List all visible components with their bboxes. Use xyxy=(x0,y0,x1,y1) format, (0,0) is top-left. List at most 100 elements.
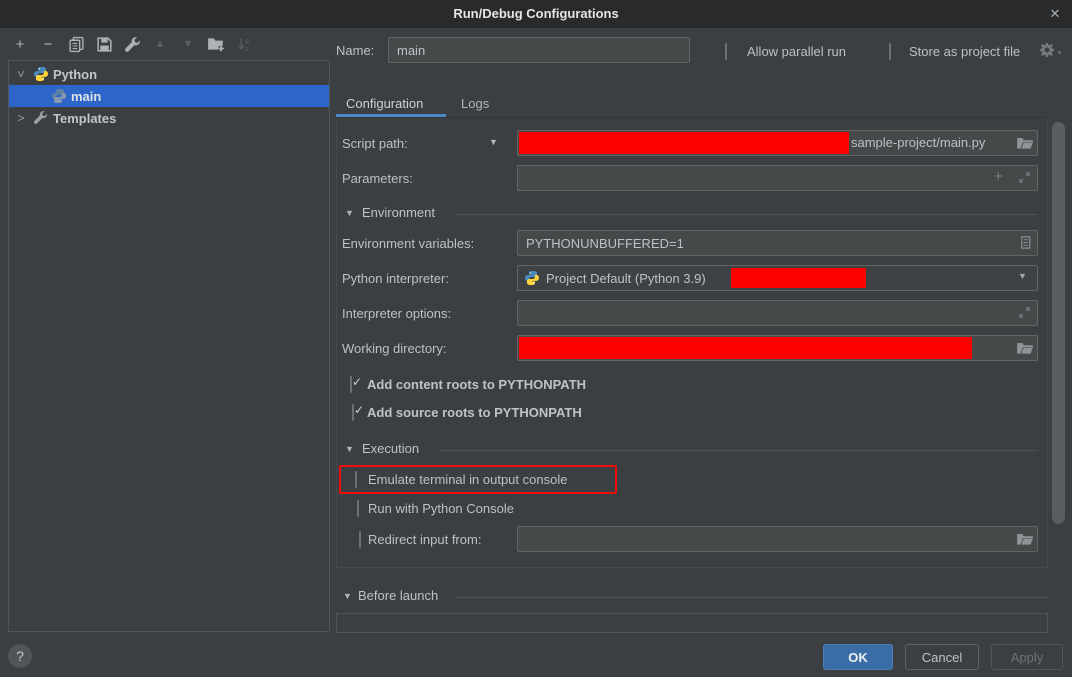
help-icon[interactable]: ? xyxy=(8,644,32,668)
folder-icon[interactable] xyxy=(1016,134,1034,152)
gear-icon[interactable] xyxy=(1039,42,1055,58)
section-collapse-icon[interactable]: ▼ xyxy=(345,208,354,218)
python-interpreter-value: Project Default (Python 3.9) xyxy=(546,271,706,286)
move-up-button[interactable]: ▲ xyxy=(150,34,170,54)
add-source-roots-label: Add source roots to PYTHONPATH xyxy=(367,405,582,420)
run-debug-configurations-dialog: Run/Debug Configurations ✕ + − ▲ ▼ az > … xyxy=(0,0,1072,677)
tab-logs[interactable]: Logs xyxy=(461,96,489,111)
active-tab-underline xyxy=(336,114,446,117)
add-source-roots-checkbox[interactable] xyxy=(352,404,354,421)
section-collapse-icon[interactable]: ▼ xyxy=(345,444,354,454)
environment-section-title: Environment xyxy=(362,205,435,220)
tab-row-divider xyxy=(336,117,1048,118)
tree-item-label: main xyxy=(71,89,101,104)
emulate-terminal-label: Emulate terminal in output console xyxy=(368,472,567,487)
name-input[interactable] xyxy=(388,37,690,63)
add-content-roots-label: Add content roots to PYTHONPATH xyxy=(367,377,586,392)
section-divider xyxy=(440,450,1038,451)
vertical-scrollbar[interactable] xyxy=(1052,122,1065,524)
redirect-input-label: Redirect input from: xyxy=(368,532,481,547)
before-launch-task-list[interactable] xyxy=(336,613,1048,633)
wrench-icon xyxy=(33,110,49,126)
svg-text:a: a xyxy=(245,38,249,45)
copy-configuration-button[interactable] xyxy=(66,34,86,54)
arrow-down-icon: ▼ xyxy=(183,38,194,50)
run-with-python-console-checkbox[interactable] xyxy=(357,500,359,517)
cancel-button[interactable]: Cancel xyxy=(905,644,979,670)
working-directory-label: Working directory: xyxy=(342,341,447,356)
emulate-terminal-checkbox[interactable] xyxy=(355,471,357,488)
before-launch-section-title: Before launch xyxy=(358,588,438,603)
viewport-border-right xyxy=(1047,118,1048,568)
viewport-border-left xyxy=(336,118,337,568)
interpreter-options-label: Interpreter options: xyxy=(342,306,451,321)
wrench-icon xyxy=(124,36,141,53)
script-path-dropdown-icon[interactable]: ▼ xyxy=(489,137,498,147)
svg-text:z: z xyxy=(245,45,249,52)
copy-icon xyxy=(68,36,85,53)
plus-icon[interactable]: + xyxy=(994,168,1003,185)
redaction-overlay xyxy=(731,268,866,288)
execution-section-title: Execution xyxy=(362,441,419,456)
parameters-input[interactable] xyxy=(517,165,1038,191)
folder-icon[interactable] xyxy=(1016,339,1034,357)
tree-item-templates[interactable]: > Templates xyxy=(9,107,329,129)
script-path-label: Script path: xyxy=(342,136,408,151)
arrow-up-icon: ▲ xyxy=(155,38,166,50)
expand-icon[interactable] xyxy=(1017,170,1032,185)
section-collapse-icon[interactable]: ▼ xyxy=(343,591,352,601)
tree-item-main[interactable]: main xyxy=(9,85,329,107)
configurations-tree: > Python main > Templates xyxy=(8,60,330,632)
python-icon xyxy=(33,66,49,82)
move-down-button[interactable]: ▼ xyxy=(178,34,198,54)
expand-icon[interactable] xyxy=(1017,305,1032,320)
edit-templates-button[interactable] xyxy=(122,34,142,54)
ok-button[interactable]: OK xyxy=(823,644,893,670)
plus-icon: + xyxy=(16,36,25,53)
tab-configuration[interactable]: Configuration xyxy=(346,96,423,111)
edit-list-icon[interactable] xyxy=(1018,235,1033,250)
sort-configurations-button[interactable]: az xyxy=(234,34,254,54)
redirect-input-field[interactable] xyxy=(517,526,1038,552)
title-bar: Run/Debug Configurations ✕ xyxy=(0,0,1072,28)
add-content-roots-checkbox[interactable] xyxy=(350,376,352,393)
tree-item-label: Python xyxy=(53,67,97,82)
chevron-down-icon: ▼ xyxy=(1056,50,1063,57)
close-icon[interactable]: ✕ xyxy=(1044,3,1066,25)
script-path-value: sample-project/main.py xyxy=(851,135,985,150)
section-divider xyxy=(455,214,1038,215)
redirect-input-checkbox[interactable] xyxy=(359,531,361,548)
sort-az-icon: az xyxy=(236,36,253,53)
redaction-overlay xyxy=(519,132,849,154)
environment-variables-input[interactable] xyxy=(517,230,1038,256)
store-as-project-file-label: Store as project file xyxy=(909,44,1020,59)
minus-icon: − xyxy=(44,36,53,53)
name-label: Name: xyxy=(336,43,374,58)
chevron-right-icon[interactable]: > xyxy=(15,111,27,125)
folder-icon[interactable] xyxy=(1016,530,1034,548)
section-divider xyxy=(456,597,1048,598)
save-icon xyxy=(96,36,113,53)
new-folder-icon xyxy=(207,35,225,53)
tree-item-python[interactable]: > Python xyxy=(9,63,329,85)
store-as-project-file-checkbox[interactable] xyxy=(889,43,891,60)
allow-parallel-run-label: Allow parallel run xyxy=(747,44,846,59)
chevron-down-icon[interactable]: > xyxy=(14,68,28,80)
dialog-title: Run/Debug Configurations xyxy=(0,0,1072,28)
apply-button[interactable]: Apply xyxy=(991,644,1063,670)
run-with-python-console-label: Run with Python Console xyxy=(368,501,514,516)
environment-variables-label: Environment variables: xyxy=(342,236,474,251)
python-icon xyxy=(51,88,67,104)
add-configuration-button[interactable]: + xyxy=(10,34,30,54)
parameters-label: Parameters: xyxy=(342,171,413,186)
remove-configuration-button[interactable]: − xyxy=(38,34,58,54)
redaction-overlay xyxy=(519,337,972,359)
configurations-toolbar: + − ▲ ▼ az xyxy=(10,34,254,54)
save-configuration-button[interactable] xyxy=(94,34,114,54)
viewport-border-bottom xyxy=(336,567,1048,568)
new-folder-button[interactable] xyxy=(206,34,226,54)
python-icon xyxy=(524,270,540,286)
interpreter-options-input[interactable] xyxy=(517,300,1038,326)
chevron-down-icon[interactable]: ▼ xyxy=(1018,271,1027,281)
allow-parallel-run-checkbox[interactable] xyxy=(725,43,727,60)
